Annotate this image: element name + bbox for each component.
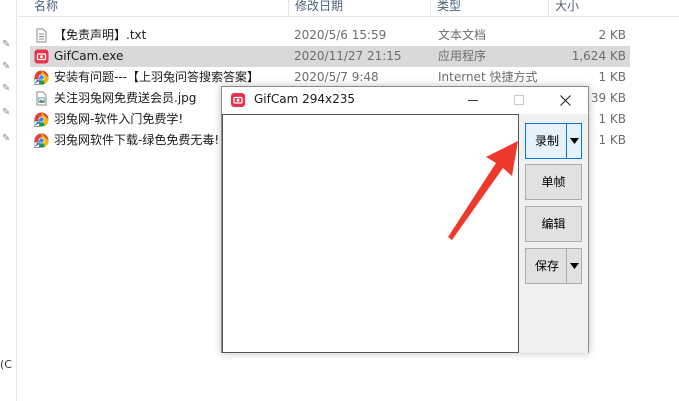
gifcam-control-panel: 录制 单帧 编辑 保存: [519, 114, 588, 353]
record-button[interactable]: 录制: [525, 123, 582, 159]
file-row[interactable]: GifCam.exe 2020/11/27 21:15 应用程序 1,624 KB: [30, 46, 630, 67]
gifcam-logo-icon: [231, 93, 245, 107]
gifcam-title: GifCam 294x235: [254, 92, 356, 106]
gifcam-icon: [34, 49, 49, 64]
column-type-header[interactable]: 类型: [430, 0, 548, 17]
maximize-button[interactable]: [496, 87, 542, 113]
gifcam-titlebar[interactable]: GifCam 294x235: [222, 87, 588, 113]
save-button[interactable]: 保存: [525, 248, 582, 284]
frame-label: 单帧: [541, 175, 566, 189]
capture-area[interactable]: [222, 114, 519, 353]
column-name-header[interactable]: 名称: [28, 0, 290, 17]
file-name: 安装有问题---【上羽兔问答搜索答案】: [54, 70, 259, 84]
file-row[interactable]: 安装有问题---【上羽兔问答搜索答案】 2020/5/7 9:48 Internet…: [30, 67, 630, 88]
minimize-icon: [468, 100, 478, 101]
file-type: Internet 快捷方式: [438, 70, 538, 84]
file-name: GifCam.exe: [54, 49, 124, 63]
save-label: 保存: [534, 259, 559, 273]
file-size: 2 KB: [598, 28, 626, 42]
gifcam-window: GifCam 294x235 录制 单帧 编辑 保存: [221, 86, 589, 353]
pin-icon[interactable]: ✎: [2, 62, 12, 72]
text-file-icon: [34, 28, 49, 43]
edit-label: 编辑: [541, 217, 566, 231]
close-button[interactable]: [542, 87, 588, 113]
chrome-shortcut-icon: [34, 133, 49, 148]
minimize-button[interactable]: [450, 87, 496, 113]
nav-item-truncated[interactable]: (C: [0, 358, 12, 371]
record-label: 录制: [534, 134, 559, 148]
maximize-icon: [514, 95, 524, 105]
file-date: 2020/5/6 15:59: [294, 28, 387, 42]
file-size: 1 KB: [598, 70, 626, 84]
file-size: 1,624 KB: [571, 49, 626, 63]
navigation-pane: ✎ ✎ ✎ ✎ ✎ (C: [0, 0, 17, 401]
save-dropdown[interactable]: [566, 249, 581, 283]
close-icon: [559, 94, 571, 106]
chrome-shortcut-icon: [34, 112, 49, 127]
record-dropdown[interactable]: [566, 124, 581, 158]
pin-icon[interactable]: ✎: [2, 84, 12, 94]
triangle-down-icon: [569, 138, 579, 144]
pin-icon[interactable]: ✎: [2, 108, 12, 118]
pin-icon[interactable]: ✎: [2, 134, 12, 144]
column-header: 名称 修改日期 类型 大小: [18, 0, 679, 17]
file-row[interactable]: 【免责声明】.txt 2020/5/6 15:59 文本文档 2 KB: [30, 25, 630, 46]
triangle-down-icon: [569, 263, 579, 269]
file-type: 文本文档: [438, 28, 487, 42]
pin-icon[interactable]: ✎: [2, 40, 12, 50]
edit-button[interactable]: 编辑: [525, 206, 582, 242]
image-file-icon: [34, 91, 49, 106]
file-date: 2020/11/27 21:15: [294, 49, 402, 63]
column-date-header[interactable]: 修改日期: [288, 0, 430, 17]
file-date: 2020/5/7 9:48: [294, 70, 379, 84]
file-type: 应用程序: [438, 49, 487, 63]
column-size-header[interactable]: 大小: [548, 0, 628, 17]
frame-button[interactable]: 单帧: [525, 164, 582, 200]
chrome-shortcut-icon: [34, 70, 49, 85]
file-name: 【免责声明】.txt: [54, 28, 147, 42]
